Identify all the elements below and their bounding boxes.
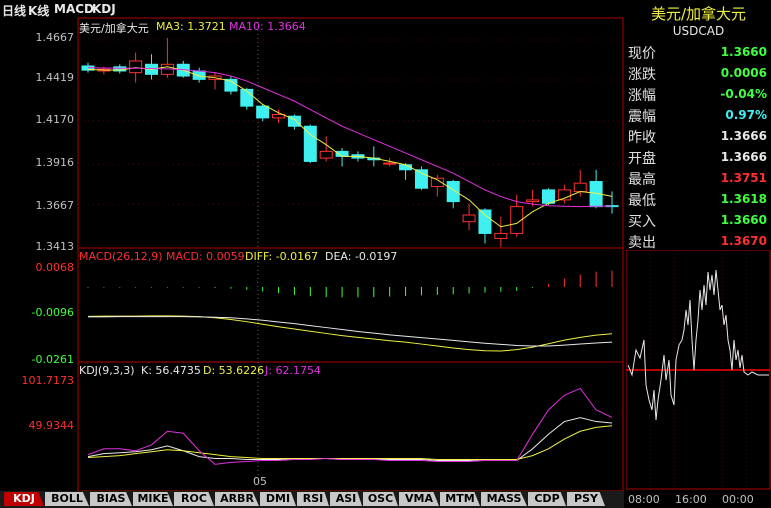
quote-symbol-name: 美元/加拿大元 (650, 5, 747, 23)
macd-axis-2: -0.0096 (31, 306, 74, 319)
k-line (87, 417, 613, 461)
kline-axis-3: 1.4170 (35, 113, 75, 126)
ma10-label: MA10: 1.3664 (229, 20, 306, 33)
candle-body (573, 182, 587, 193)
kdj-params-label: KDJ(9,3,3) (79, 364, 135, 377)
ma10-line (87, 67, 613, 208)
macd-value-label: MACD: 0.0059 (166, 250, 245, 263)
tab-boll[interactable]: BOLL (45, 492, 89, 506)
kline-label[interactable]: K线 (28, 2, 49, 19)
quote-row-change-pct: 涨幅 -0.04% (628, 87, 767, 104)
tab-rsi[interactable]: RSI (297, 492, 329, 506)
indicator-tab-bar: KDJ BOLL BIAS MIKE ROC ARBR DMI RSI ASI … (0, 491, 624, 508)
kline-axis-5: 1.3667 (35, 199, 75, 212)
candle-body (192, 70, 206, 80)
macd-params-label: MACD(26,12,9) (79, 250, 163, 263)
tab-roc[interactable]: ROC (174, 492, 214, 506)
candle-body (383, 162, 397, 165)
quote-row-low: 最低 1.3618 (628, 192, 767, 209)
kline-axis-1: 1.4667 (35, 31, 75, 44)
chart-area[interactable] (0, 0, 624, 491)
candle-body (256, 105, 270, 119)
diff-value-label: DIFF: -0.0167 (245, 250, 319, 263)
dea-value-label: DEA: -0.0197 (325, 250, 398, 263)
tab-cdp[interactable]: CDP (528, 492, 566, 506)
tab-mike[interactable]: MIKE (133, 492, 173, 506)
tab-dmi[interactable]: DMI (260, 492, 296, 506)
candle-body (494, 232, 508, 239)
intraday-time-2: 16:00 (675, 493, 707, 506)
candle-body (129, 60, 143, 74)
j-value-label: J: 62.1754 (265, 364, 321, 377)
quote-row-bid: 买入 1.3660 (628, 213, 767, 230)
kdj-label[interactable]: KDJ (92, 2, 116, 16)
dea-line (88, 316, 613, 347)
tab-arbr[interactable]: ARBR (215, 492, 259, 506)
quote-row-open: 开盘 1.3666 (628, 150, 767, 167)
period-label[interactable]: 日线 (2, 2, 26, 19)
intraday-time-1: 08:00 (628, 493, 660, 506)
tab-mass[interactable]: MASS (481, 492, 527, 506)
intraday-chart[interactable] (626, 250, 771, 490)
candle-body (446, 181, 460, 203)
macd-axis-3: -0.0261 (31, 353, 74, 366)
candle-body (462, 214, 476, 223)
candle-body (319, 150, 333, 159)
kline-axis-4: 1.3916 (35, 156, 75, 169)
kdj-axis-2: 49.9344 (28, 419, 75, 432)
kline-axis-2: 1.4419 (35, 71, 75, 84)
tab-asi[interactable]: ASI (330, 492, 362, 506)
macd-axis-1: 0.0068 (35, 261, 75, 274)
tab-bias[interactable]: BIAS (90, 492, 132, 506)
macd-label[interactable]: MACD (54, 2, 94, 16)
tab-kdj[interactable]: KDJ (4, 492, 44, 506)
candle-body (303, 125, 317, 162)
ma3-label: MA3: 1.3721 (156, 20, 226, 33)
intraday-price-line (627, 269, 769, 421)
candle-body (541, 189, 555, 204)
tab-vma[interactable]: VMA (399, 492, 439, 506)
intraday-time-3: 00:00 (722, 493, 754, 506)
quote-panel: 美元/加拿大元 USDCAD 现价 1.3660 涨跌 0.0006 涨幅 -0.04… (626, 0, 771, 251)
kline-symbol-label: 美元/加拿大元 (79, 22, 149, 35)
j-line (87, 387, 613, 465)
quote-symbol-code: USDCAD (672, 24, 725, 38)
date-marker-label: 05 (253, 475, 267, 488)
k-value-label: K: 56.4735 (141, 364, 201, 377)
candle-body (478, 209, 492, 234)
candle-body (526, 199, 540, 203)
kline-axis-6: 1.3413 (35, 240, 75, 253)
candle-body (414, 169, 428, 189)
quote-row-prev-close: 昨收 1.3666 (628, 129, 767, 146)
toolbar-title: 日线 K线 MACD KDJ (0, 0, 624, 18)
tab-psy[interactable]: PSY (567, 492, 605, 506)
quote-row-price: 现价 1.3660 (628, 45, 767, 62)
quote-row-amplitude: 震幅 0.97% (628, 108, 767, 125)
candle-body (240, 88, 254, 107)
quote-row-high: 最高 1.3751 (628, 171, 767, 188)
tab-osc[interactable]: OSC (363, 492, 398, 506)
tab-mtm[interactable]: MTM (440, 492, 480, 506)
ma3-line (87, 66, 613, 228)
d-value-label: D: 53.6226 (203, 364, 265, 377)
kdj-axis-1: 101.7173 (21, 374, 75, 387)
quote-row-ask: 卖出 1.3670 (628, 234, 767, 251)
quote-row-change: 涨跌 0.0006 (628, 66, 767, 83)
d-line (87, 425, 613, 461)
